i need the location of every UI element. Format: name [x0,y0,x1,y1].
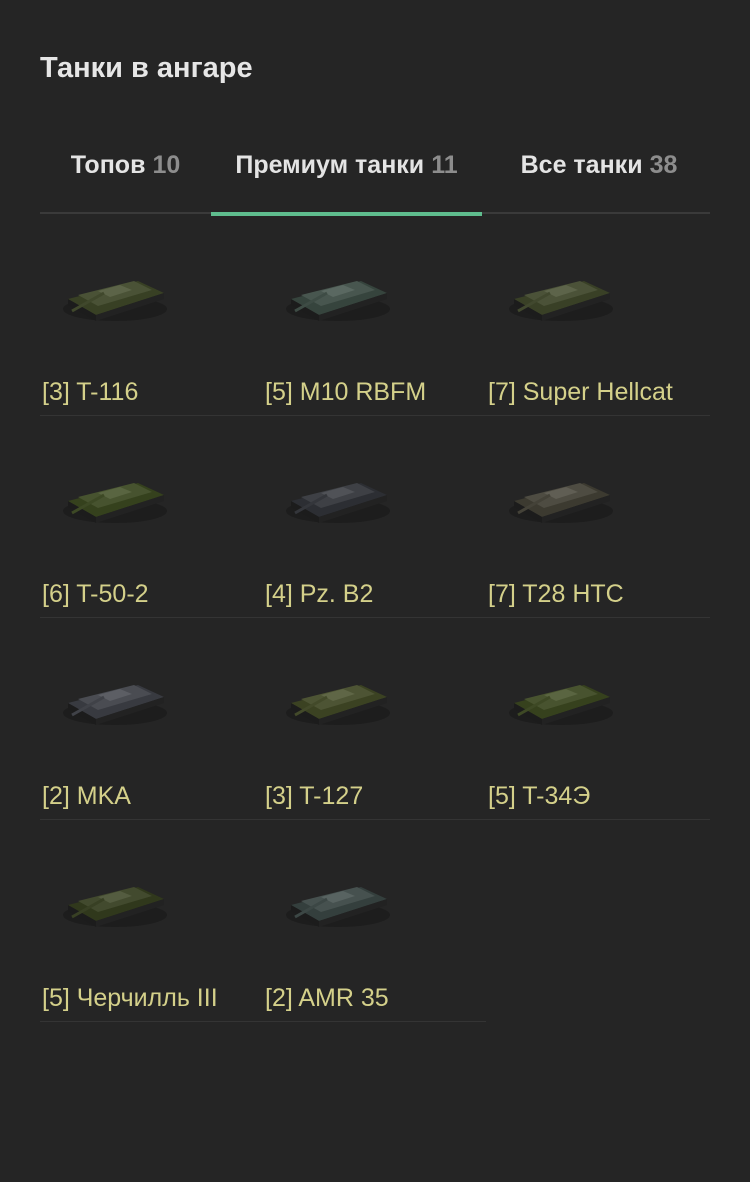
tank-row: [6] T-50-2 [4] Pz. B2 [7] T28 HTC [40,416,710,618]
tank-row: [3] T-116 [5] M10 RBFM [7] Super Hellcat [40,214,710,416]
tank-card[interactable]: [5] M10 RBFM [263,214,486,416]
tank-card[interactable]: [2] MKA [40,618,263,820]
tank-card[interactable]: [5] Черчилль III [40,820,263,1022]
tab-tops-label: Топов [70,151,146,179]
tank-mka-icon [63,685,167,725]
tab-all-label: Все танки [520,151,643,179]
tank-m10-rbfm-icon [286,281,390,321]
tab-premium[interactable]: Премиум танки 11 [211,130,482,216]
tab-all[interactable]: Все танки 38 [482,130,716,214]
tank-card[interactable]: [7] Super Hellcat [486,214,709,416]
tank-name: [2] AMR 35 [265,984,389,1012]
tank-card[interactable]: [5] T-34Э [486,618,709,820]
tank-name: [5] T-34Э [488,782,591,810]
tank-churchill-iii-icon [63,887,167,927]
tank-t127-icon [286,685,390,725]
tank-pz-b2-icon [286,483,390,523]
tank-t116-icon [63,281,167,321]
tank-name: [5] M10 RBFM [265,378,427,406]
tank-t50-2-icon [63,483,167,523]
tank-card[interactable]: [7] T28 HTC [486,416,709,618]
tab-tops-count: 10 [152,151,181,179]
tab-premium-label: Премиум танки [235,151,425,179]
tank-name: [3] T-127 [265,782,364,810]
tank-name: [4] Pz. B2 [265,580,374,608]
tab-bar: Топов 10 Премиум танки 11 Все танки 38 [40,130,710,216]
tab-all-count: 38 [649,151,678,179]
tab-tops[interactable]: Топов 10 [40,130,211,214]
tank-row: [5] Черчилль III [2] AMR 35 [40,820,486,1022]
tank-name: [6] T-50-2 [42,580,149,608]
tank-name: [3] T-116 [42,378,139,406]
tank-name: [7] Super Hellcat [488,378,673,406]
tank-amr35-icon [286,887,390,927]
tank-name: [2] MKA [42,782,131,810]
tank-grid: [3] T-116 [5] M10 RBFM [7] Super Hellcat… [40,214,710,1022]
tank-card[interactable]: [4] Pz. B2 [263,416,486,618]
tab-premium-count: 11 [431,151,458,179]
tank-t28-htc-icon [509,483,613,523]
page-title: Танки в ангаре [40,52,253,84]
tank-row: [2] MKA [3] T-127 [5] T-34Э [40,618,710,820]
tank-card[interactable]: [2] AMR 35 [263,820,486,1022]
tank-t34e-icon [509,685,613,725]
tank-card[interactable]: [3] T-127 [263,618,486,820]
tank-card[interactable]: [3] T-116 [40,214,263,416]
tank-super-hellcat-icon [509,281,613,321]
tank-name: [7] T28 HTC [488,580,624,608]
tank-card[interactable]: [6] T-50-2 [40,416,263,618]
tank-name: [5] Черчилль III [42,984,218,1012]
